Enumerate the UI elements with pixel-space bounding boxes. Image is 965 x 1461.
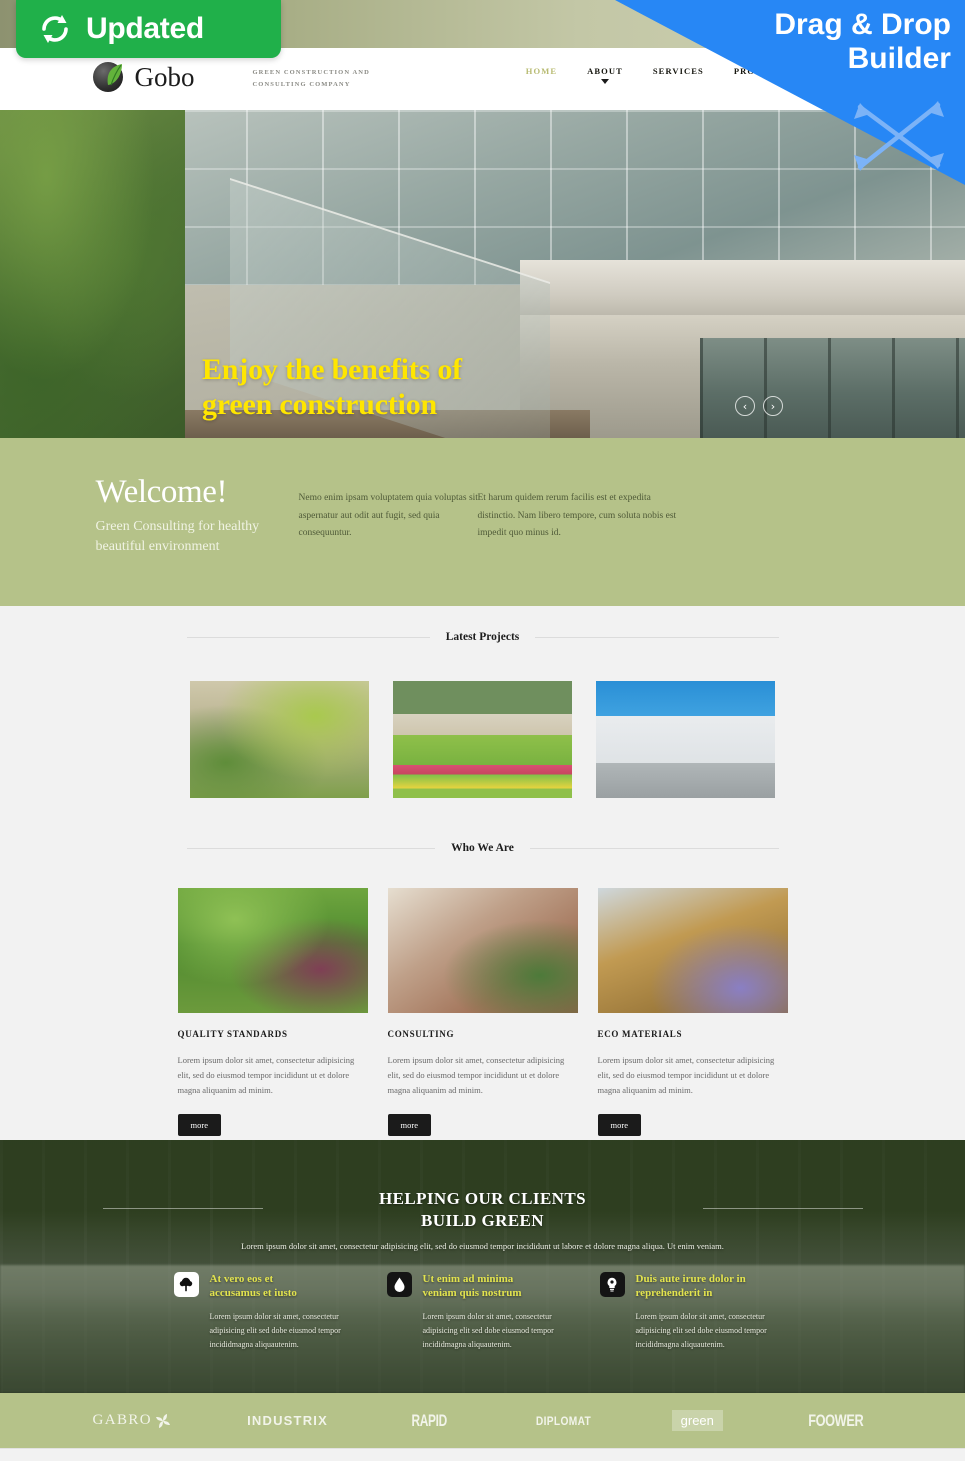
- partner-logo-foower[interactable]: FOOWER: [808, 1411, 863, 1431]
- updated-badge-label: Updated: [86, 12, 204, 45]
- project-thumbnail[interactable]: [393, 681, 572, 798]
- nav-item-home[interactable]: HOME: [526, 66, 557, 76]
- helping-clients-section: HELPING OUR CLIENTS BUILD GREEN Lorem ip…: [0, 1140, 965, 1393]
- helping-title: HELPING OUR CLIENTS BUILD GREEN: [93, 1188, 873, 1232]
- who-we-are-heading: Who We Are: [186, 842, 779, 854]
- more-button[interactable]: more: [177, 1113, 221, 1136]
- more-button[interactable]: more: [597, 1113, 641, 1136]
- helping-title-line-2: BUILD GREEN: [421, 1210, 544, 1230]
- main-navigation: HOME ABOUT SERVICES PROJECTS CONTACTS: [526, 66, 873, 84]
- feature-title: Ut enim ad minima veniam quis nostrum: [423, 1272, 522, 1301]
- helping-features: At vero eos et accusamus et iusto Lorem …: [0, 1272, 965, 1352]
- hero-title-line-1: Enjoy the benefits of: [202, 353, 462, 386]
- pinwheel-icon: [156, 1413, 171, 1428]
- helping-title-line-1: HELPING OUR CLIENTS: [379, 1189, 586, 1208]
- tagline-line-2: CONSULTING COMPANY: [252, 81, 351, 89]
- page-bottom-strip: [0, 1448, 965, 1461]
- feature-title: Duis aute irure dolor in reprehenderit i…: [636, 1272, 746, 1301]
- partners-section: GABRO INDUSTRIX RAPID DIPLOMAT green FOO…: [0, 1393, 965, 1448]
- chevron-down-icon: [600, 79, 609, 84]
- welcome-heading-block: Welcome! Green Consulting for healthy be…: [96, 476, 296, 556]
- nav-item-about-label: ABOUT: [587, 66, 623, 76]
- feature-text: Lorem ipsum dolor sit amet, consectetur …: [635, 1311, 767, 1349]
- latest-projects-gallery: [0, 681, 965, 798]
- welcome-column-1: Nemo enim ipsam voluptatem quia voluptas…: [298, 493, 478, 539]
- hero-title-line-2: green construction: [202, 388, 437, 422]
- helping-subtitle: Lorem ipsum dolor sit amet, consectetur …: [241, 1240, 724, 1251]
- divider-left: [186, 636, 430, 638]
- card-text: Lorem ipsum dolor sit amet, consectetur …: [387, 1055, 565, 1095]
- updated-badge: Updated: [16, 0, 281, 58]
- card-title: CONSULTING: [387, 1029, 455, 1039]
- welcome-subtitle-line-1: Green Consulting for healthy: [95, 519, 260, 534]
- nav-item-projects[interactable]: PROJECTS: [734, 66, 787, 76]
- site-tagline: GREEN CONSTRUCTION AND CONSULTING COMPAN…: [253, 67, 370, 91]
- divider-right: [702, 1208, 863, 1209]
- chevron-left-icon[interactable]: ‹: [735, 396, 755, 416]
- feature-text: Lorem ipsum dolor sit amet, consectetur …: [422, 1311, 554, 1349]
- helping-heading-block: HELPING OUR CLIENTS BUILD GREEN Lorem ip…: [93, 1140, 873, 1253]
- partner-logo-diplomat[interactable]: DIPLOMAT: [535, 1414, 590, 1428]
- divider-left: [102, 1208, 263, 1209]
- tree-icon: [173, 1272, 199, 1297]
- website-template-preview: Gobo GREEN CONSTRUCTION AND CONSULTING C…: [0, 0, 965, 1461]
- card-title: ECO MATERIALS: [597, 1029, 683, 1039]
- tagline-line-1: GREEN CONSTRUCTION AND: [252, 69, 370, 76]
- leaf-logo-icon: [92, 60, 127, 94]
- nav-item-services[interactable]: SERVICES: [653, 66, 704, 76]
- hero-background-image: [0, 110, 965, 438]
- nav-item-contacts[interactable]: CONTACTS: [817, 66, 872, 76]
- divider-right: [529, 847, 779, 849]
- project-thumbnail[interactable]: [596, 681, 775, 798]
- card-title: QUALITY STANDARDS: [177, 1029, 288, 1039]
- partner-logo-green[interactable]: green: [671, 1410, 723, 1431]
- feature-title-line-1: Duis aute irure dolor in: [635, 1273, 746, 1285]
- refresh-icon: [42, 15, 68, 43]
- water-drop-icon: [386, 1272, 412, 1297]
- card-image[interactable]: [177, 888, 368, 1013]
- latest-projects-heading-text: Latest Projects: [445, 631, 520, 643]
- feature-block: At vero eos et accusamus et iusto Lorem …: [173, 1272, 366, 1352]
- feature-title-line-1: Ut enim ad minima: [422, 1273, 514, 1285]
- welcome-section: Welcome! Green Consulting for healthy be…: [0, 438, 965, 606]
- welcome-subtitle: Green Consulting for healthy beautiful e…: [96, 517, 296, 556]
- feature-title-line-2: reprehenderit in: [635, 1287, 713, 1300]
- latest-projects-heading: Latest Projects: [186, 631, 779, 643]
- chevron-right-icon[interactable]: ›: [763, 396, 783, 416]
- divider-right: [535, 636, 779, 638]
- project-thumbnail[interactable]: [190, 681, 369, 798]
- logo-text: Gobo: [134, 61, 195, 92]
- site-logo[interactable]: Gobo: [92, 60, 195, 94]
- card-image[interactable]: [387, 888, 578, 1013]
- feature-title-line-1: At vero eos et: [209, 1273, 274, 1285]
- who-we-are-heading-text: Who We Are: [451, 842, 514, 854]
- hero-slider: Enjoy the benefits of green construction…: [0, 110, 965, 438]
- partner-logo-rapid[interactable]: RAPID: [412, 1411, 448, 1431]
- card-text: Lorem ipsum dolor sit amet, consectetur …: [597, 1055, 775, 1095]
- slider-controls: ‹ ›: [735, 396, 783, 416]
- partner-logo-industrix[interactable]: INDUSTRIX: [247, 1413, 328, 1428]
- feature-text: Lorem ipsum dolor sit amet, consectetur …: [209, 1311, 341, 1349]
- welcome-title: Welcome!: [95, 474, 228, 510]
- nav-item-about[interactable]: ABOUT: [587, 66, 623, 84]
- partner-logo-gabro[interactable]: GABRO: [93, 1412, 172, 1429]
- lightbulb-icon: [599, 1272, 625, 1297]
- feature-block: Ut enim ad minima veniam quis nostrum Lo…: [386, 1272, 579, 1352]
- who-we-are-card: QUALITY STANDARDS Lorem ipsum dolor sit …: [177, 888, 368, 1136]
- welcome-subtitle-line-2: beautiful environment: [95, 538, 220, 554]
- feature-title: At vero eos et accusamus et iusto: [210, 1272, 297, 1301]
- who-we-are-card: CONSULTING Lorem ipsum dolor sit amet, c…: [387, 888, 578, 1136]
- card-text: Lorem ipsum dolor sit amet, consectetur …: [177, 1055, 355, 1095]
- welcome-column-2: Et harum quidem rerum facilis est et exp…: [477, 493, 677, 539]
- hero-title: Enjoy the benefits of green construction: [202, 352, 462, 423]
- divider-left: [186, 847, 436, 849]
- feature-block: Duis aute irure dolor in reprehenderit i…: [599, 1272, 792, 1352]
- card-image[interactable]: [597, 888, 788, 1013]
- who-we-are-card: ECO MATERIALS Lorem ipsum dolor sit amet…: [597, 888, 788, 1136]
- feature-title-line-2: accusamus et iusto: [209, 1287, 297, 1300]
- feature-title-line-2: veniam quis nostrum: [422, 1287, 522, 1300]
- partner-logo-gabro-label: GABRO: [92, 1412, 153, 1428]
- who-we-are-cards: QUALITY STANDARDS Lorem ipsum dolor sit …: [0, 888, 965, 1136]
- more-button[interactable]: more: [387, 1113, 431, 1136]
